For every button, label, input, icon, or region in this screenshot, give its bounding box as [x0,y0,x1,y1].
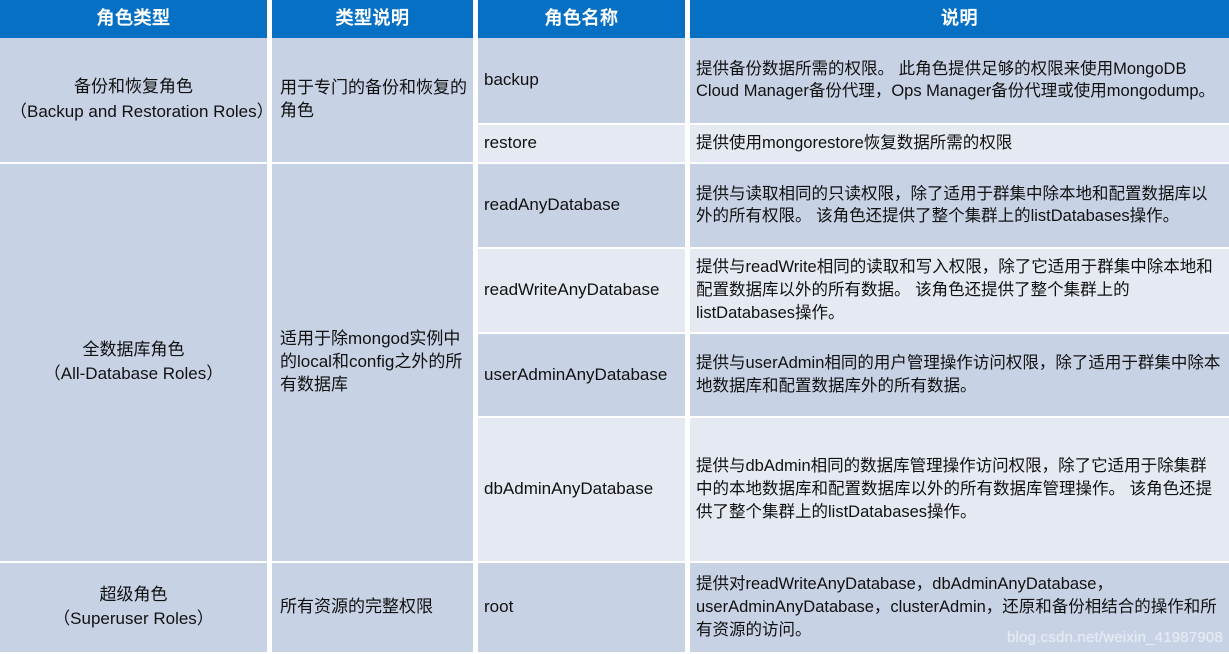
role-description-restore: 提供使用mongorestore恢复数据所需的权限 [690,124,1229,164]
role-description-useradminanydatabase: 提供与userAdmin相同的用户管理操作访问权限，除了适用于群集中除本地数据库… [690,334,1229,418]
role-name-root: root [478,562,690,654]
table-header: 角色类型 类型说明 角色名称 说明 [0,0,1229,38]
category-name-en: （Backup and Restoration Roles） [10,101,274,121]
category-name-cn: 备份和恢复角色 [74,77,193,97]
table-page: 角色类型 类型说明 角色名称 说明 备份和恢复角色 （Backup and Re… [0,0,1229,654]
role-name-readwriteanydatabase: readWriteAnyDatabase [478,248,690,335]
role-name-readanydatabase: readAnyDatabase [478,163,690,249]
role-name-backup: backup [478,38,690,125]
type-description-cell-superuser: 所有资源的完整权限 [272,562,478,654]
role-description-dbadminanydatabase: 提供与dbAdmin相同的数据库管理操作访问权限，除了它适用于除集群中的本地数据… [690,417,1229,563]
column-header-description: 说明 [690,0,1229,38]
column-header-role-name: 角色名称 [478,0,690,38]
role-description-readwriteanydatabase: 提供与readWrite相同的读取和写入权限，除了它适用于群集中除本地和配置数据… [690,248,1229,335]
mongodb-roles-table: 角色类型 类型说明 角色名称 说明 备份和恢复角色 （Backup and Re… [0,0,1229,654]
table-row: 超级角色 （Superuser Roles） 所有资源的完整权限 root 提供… [0,562,1229,654]
category-name-en: （All-Database Roles） [43,364,224,384]
role-name-restore: restore [478,124,690,164]
header-row: 角色类型 类型说明 角色名称 说明 [0,0,1229,38]
category-name-en: （Superuser Roles） [53,609,214,629]
category-cell-backup-restoration: 备份和恢复角色 （Backup and Restoration Roles） [0,38,274,164]
role-description-backup: 提供备份数据所需的权限。 此角色提供足够的权限来使用MongoDB Cloud … [690,38,1229,125]
category-name-cn: 超级角色 [99,584,168,604]
role-name-useradminanydatabase: userAdminAnyDatabase [478,334,690,418]
column-header-role-type: 角色类型 [0,0,272,38]
role-description-readanydatabase: 提供与读取相同的只读权限，除了适用于群集中除本地和配置数据库以外的所有权限。 该… [690,163,1229,249]
type-description-cell-backup-restoration: 用于专门的备份和恢复的角色 [272,38,478,164]
category-cell-superuser: 超级角色 （Superuser Roles） [0,562,272,654]
table-row: 备份和恢复角色 （Backup and Restoration Roles） 用… [0,38,1229,164]
table-row: 全数据库角色 （All-Database Roles） 适用于除mongod实例… [0,163,1229,563]
category-cell-all-database: 全数据库角色 （All-Database Roles） [0,163,272,563]
role-name-dbadminanydatabase: dbAdminAnyDatabase [478,417,690,563]
type-description-cell-all-database: 适用于除mongod实例中的local和config之外的所有数据库 [272,163,478,563]
role-description-root: 提供对readWriteAnyDatabase，dbAdminAnyDataba… [690,562,1229,654]
table-body: 备份和恢复角色 （Backup and Restoration Roles） 用… [0,38,1229,654]
column-header-type-desc: 类型说明 [272,0,478,38]
category-name-cn: 全数据库角色 [82,339,185,359]
